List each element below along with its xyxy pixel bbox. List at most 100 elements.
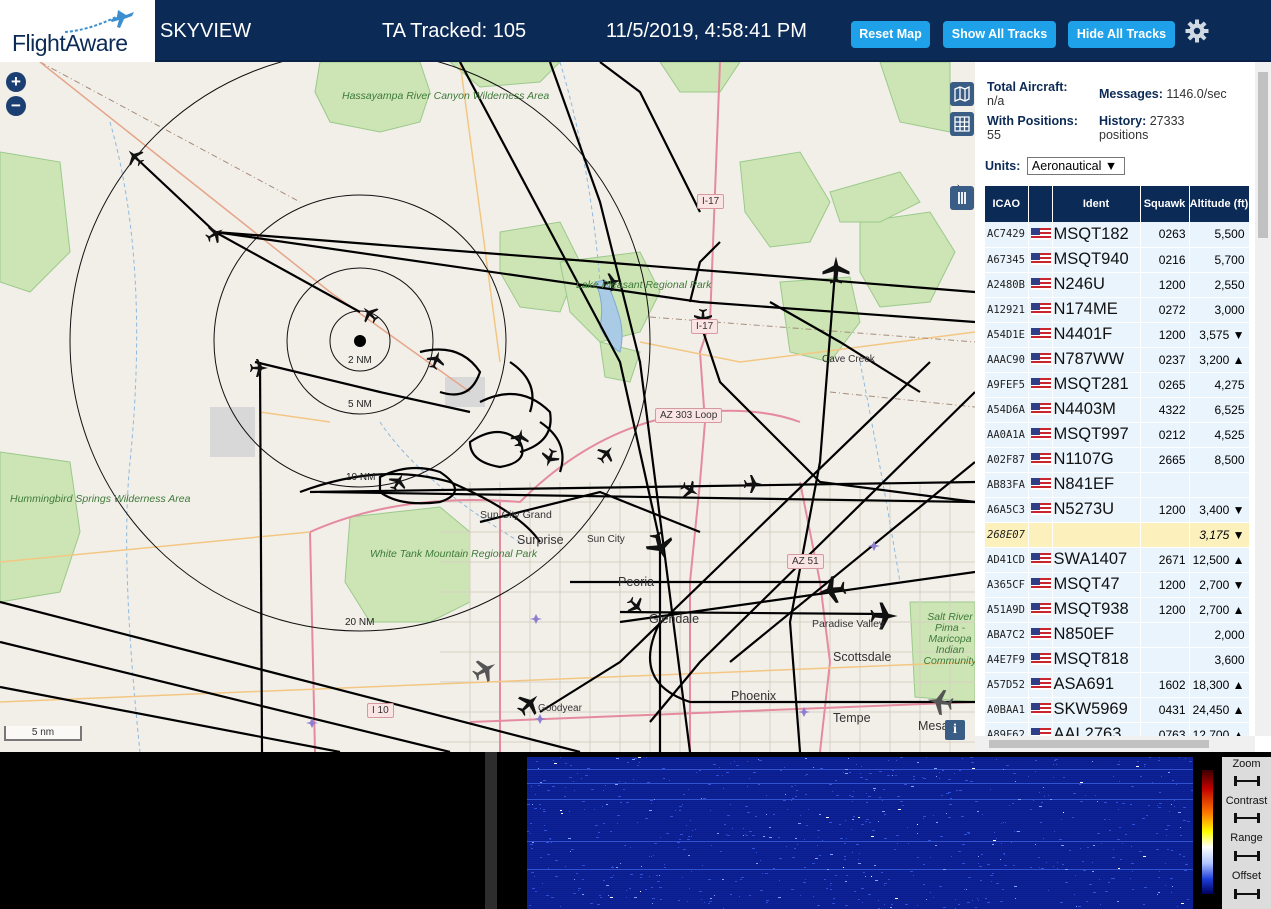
reset-map-button[interactable]: Reset Map [851,21,930,48]
units-select[interactable]: Aeronautical ▼ [1026,157,1125,175]
panel-vertical-scrollbar[interactable] [1255,62,1271,736]
waterfall-sample [730,894,732,895]
waterfall-sample [1109,830,1111,831]
flightaware-logo[interactable]: FlightAware [0,0,155,62]
waterfall-display[interactable] [527,757,1193,909]
table-row[interactable]: A51A9D MSQT938 1200 2,700 ▲ [985,597,1250,623]
waterfall-sample [917,905,918,906]
us-flag-icon [1030,303,1051,316]
map-layers-button[interactable] [950,82,974,106]
offset-slider[interactable] [1234,889,1260,899]
waterfall-sample [875,880,878,881]
flag-cell [1028,597,1053,623]
waterfall-sample [677,842,680,843]
waterfall-sample [888,760,889,761]
map-grid-button[interactable] [950,112,974,136]
waterfall-sample [1069,850,1071,851]
hide-all-tracks-button[interactable]: Hide All Tracks [1068,21,1175,48]
waterfall-sample [829,784,832,785]
waterfall-sample [657,881,660,882]
waterfall-sample [817,845,818,846]
us-flag-icon [1030,253,1051,266]
table-row[interactable]: AC7429 MSQT182 0263 5,500 [985,222,1250,248]
waterfall-row [527,779,1193,780]
table-row[interactable]: A9FEF5 MSQT281 0265 4,275 [985,372,1250,398]
table-row[interactable]: A67345 MSQT940 0216 5,700 [985,247,1250,273]
map-canvas[interactable] [0,62,975,752]
show-all-tracks-button[interactable]: Show All Tracks [943,21,1056,48]
waterfall-sample [690,820,691,821]
waterfall-sample [872,830,875,831]
zoom-out-button[interactable]: − [6,96,26,116]
waterfall-row [527,837,1193,838]
waterfall-sample [860,773,861,774]
waterfall-sample [1112,878,1115,879]
table-row[interactable]: A6A5C3 N5273U 1200 3,400 ▼ [985,497,1250,523]
flag-cell [1028,447,1053,473]
table-row[interactable]: A2480B N246U 1200 2,550 [985,272,1250,298]
waterfall-sample [536,761,538,762]
waterfall-sample [861,888,864,889]
gear-icon[interactable] [1184,18,1210,44]
table-row[interactable]: A4E7F9 MSQT818 3,600 [985,647,1250,673]
waterfall-sample [1003,769,1004,770]
contrast-slider[interactable] [1234,813,1260,823]
zoom-in-button[interactable]: + [6,72,26,92]
waterfall-row [527,803,1193,804]
table-row[interactable]: A54D1E N4401F 1200 3,575 ▼ [985,322,1250,348]
column-header-icao[interactable]: ICAO [985,186,1029,222]
table-row[interactable]: A12921 N174ME 0272 3,000 [985,297,1250,323]
range-slider[interactable] [1234,851,1260,861]
table-row[interactable]: A365CF MSQT47 1200 2,700 ▼ [985,572,1250,598]
waterfall-sample [1043,838,1044,839]
map-label-white-tank: White Tank Mountain Regional Park [370,548,538,560]
waterfall-sample [534,876,535,877]
waterfall-sample [746,835,748,836]
panel-toggle-button[interactable] [950,186,974,210]
ident-cell: N850EF [1052,622,1141,648]
waterfall-sample [574,790,575,791]
zoom-slider[interactable] [1234,776,1260,786]
column-header-squawk[interactable]: Squawk [1140,186,1190,222]
table-row[interactable]: AAAC90 N787WW 0237 3,200 ▲ [985,347,1250,373]
column-header-flag[interactable] [1028,186,1053,222]
waterfall-sample [701,798,702,799]
panel-horizontal-scrollbar[interactable] [975,736,1255,752]
current-datetime: 11/5/2019, 4:58:41 PM [606,20,807,42]
us-flag-icon [1030,453,1051,466]
pane-divider[interactable] [485,752,497,909]
column-header-ident[interactable]: Ident [1052,186,1141,222]
waterfall-sample [1158,760,1160,761]
waterfall-sample [1180,827,1181,828]
waterfall-sample [1183,807,1186,808]
scrollbar-thumb[interactable] [1258,72,1268,238]
waterfall-sample [900,801,903,802]
column-header-altitude[interactable]: Altitude (ft) [1189,186,1250,222]
info-button[interactable]: i [945,720,965,740]
scrollbar-thumb[interactable] [989,740,1209,748]
us-flag-icon [1030,278,1051,291]
table-row[interactable]: AD41CD SWA1407 2671 12,500 ▲ [985,547,1250,573]
history-unit: positions [1099,128,1149,142]
table-row[interactable]: A02F87 N1107G 2665 8,500 [985,447,1250,473]
waterfall-sample [547,854,550,855]
waterfall-sample [546,842,549,843]
waterfall-sample [1092,871,1094,872]
table-row[interactable]: A0BAA1 SKW5969 0431 24,450 ▲ [985,697,1250,723]
waterfall-sample [531,786,532,787]
table-row[interactable]: AB83FA N841EF [985,472,1250,498]
waterfall-sample [1061,819,1062,820]
waterfall-sample [752,848,755,849]
table-row[interactable]: A57D52 ASA691 1602 18,300 ▲ [985,672,1250,698]
table-row[interactable]: A54D6A N4403M 4322 6,525 [985,397,1250,423]
table-row[interactable]: 268E07 3,175 ▼ [985,522,1250,548]
waterfall-sample [650,800,653,801]
waterfall-sample [573,893,576,894]
flag-cell [1028,572,1053,598]
waterfall-sample [866,802,868,803]
table-row[interactable]: AA0A1A MSQT997 0212 4,525 [985,422,1250,448]
map-view[interactable]: Hassayampa River Canyon Wilderness Area … [0,62,975,752]
squawk-cell: 0431 [1140,697,1190,723]
waterfall-sample [1003,822,1004,823]
table-row[interactable]: ABA7C2 N850EF 2,000 [985,622,1250,648]
